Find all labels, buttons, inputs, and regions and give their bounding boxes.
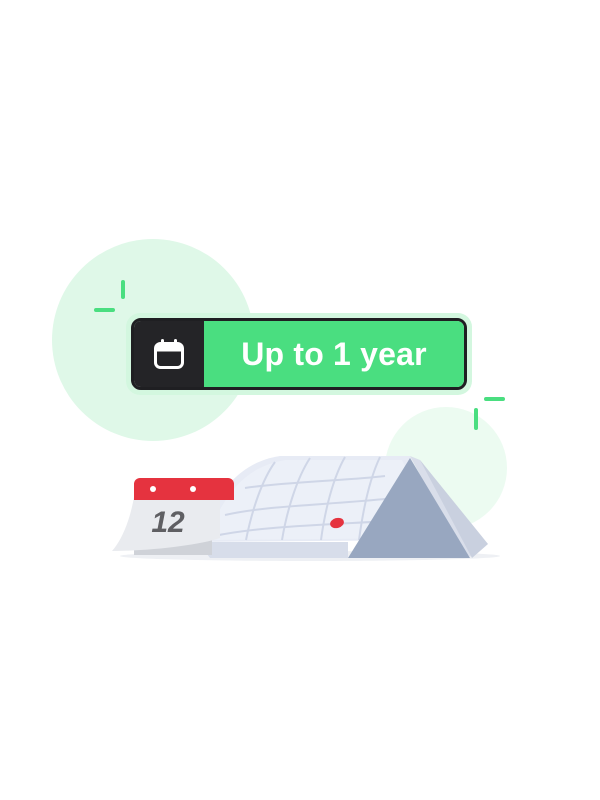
badge-frame: Up to 1 year <box>131 318 467 390</box>
calendar-ring-left <box>150 486 156 492</box>
badge-label-container: Up to 1 year <box>204 321 464 387</box>
calendar-ring-right <box>190 486 196 492</box>
badge-label: Up to 1 year <box>241 335 427 372</box>
calendar-icon <box>154 339 184 369</box>
duration-badge: Up to 1 year <box>126 313 472 395</box>
hero-illustration <box>52 239 507 561</box>
calendar-page-number: 12 <box>151 506 185 539</box>
badge-icon-container <box>134 321 204 387</box>
